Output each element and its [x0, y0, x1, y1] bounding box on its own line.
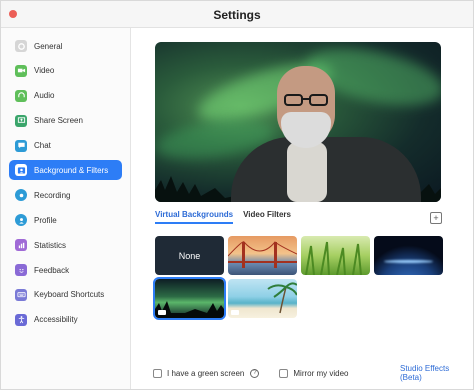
video-camera-icon — [158, 310, 166, 315]
video-preview — [155, 42, 441, 202]
sidebar-item-accessibility[interactable]: Accessibility — [9, 310, 122, 330]
video-camera-icon — [231, 310, 239, 315]
sidebar-item-audio[interactable]: Audio — [9, 86, 122, 106]
window-title: Settings — [213, 8, 261, 22]
feedback-smiley-icon — [15, 264, 27, 277]
green-screen-label: I have a green screen — [167, 368, 245, 378]
background-filters-panel: Virtual Backgrounds Video Filters + None — [131, 28, 473, 389]
statistics-icon — [15, 239, 27, 252]
background-none-thumbnail[interactable]: None — [155, 236, 224, 275]
share-screen-icon — [15, 114, 27, 127]
sidebar-item-general[interactable]: General — [9, 36, 122, 56]
profile-icon — [15, 214, 27, 227]
sidebar-item-profile[interactable]: Profile — [9, 210, 122, 230]
chat-bubble-icon — [15, 139, 27, 152]
video-camera-icon — [15, 64, 27, 77]
sidebar-item-label: Chat — [34, 141, 51, 151]
sidebar-item-chat[interactable]: Chat — [9, 136, 122, 156]
glasses — [284, 94, 328, 106]
mirror-video-checkbox[interactable] — [279, 368, 289, 378]
person-background-icon — [15, 164, 27, 177]
gear-icon — [15, 40, 27, 52]
keyboard-icon — [15, 288, 27, 301]
sidebar-item-label: Share Screen — [34, 116, 83, 126]
sidebar-item-statistics[interactable]: Statistics — [9, 235, 122, 255]
sidebar-item-label: Keyboard Shortcuts — [34, 290, 105, 300]
accessibility-icon — [15, 313, 27, 326]
record-icon — [15, 189, 27, 202]
sidebar-item-label: Feedback — [34, 265, 70, 275]
sidebar-item-share-screen[interactable]: Share Screen — [9, 111, 122, 131]
sidebar-item-label: Accessibility — [34, 315, 78, 325]
sidebar-item-label: Profile — [34, 215, 57, 225]
sidebar-item-label: Background & Filters — [34, 165, 109, 175]
sidebar-item-label: Recording — [34, 190, 71, 200]
studio-effects-link[interactable]: Studio Effects (Beta) — [400, 364, 473, 382]
title-bar: Settings — [1, 1, 473, 28]
sidebar-item-keyboard-shortcuts[interactable]: Keyboard Shortcuts — [9, 285, 122, 305]
tab-video-filters[interactable]: Video Filters — [243, 210, 291, 224]
background-options: I have a green screen ? Mirror my video … — [153, 364, 473, 382]
sidebar-item-video[interactable]: Video — [9, 61, 122, 81]
green-screen-checkbox[interactable] — [153, 368, 162, 378]
background-golden-gate-thumbnail[interactable] — [228, 236, 297, 275]
sidebar-item-label: General — [34, 41, 63, 51]
background-none-label: None — [178, 250, 201, 261]
background-aurora-thumbnail[interactable] — [153, 277, 226, 320]
background-beach-thumbnail[interactable] — [228, 279, 297, 318]
sidebar-item-label: Statistics — [34, 240, 67, 250]
settings-window: Settings General Video Audio Share Scree… — [0, 0, 474, 390]
sidebar-item-feedback[interactable]: Feedback — [9, 260, 122, 280]
settings-sidebar: General Video Audio Share Screen Chat Ba… — [1, 28, 131, 389]
mirror-video-label: Mirror my video — [293, 368, 349, 378]
headphones-icon — [15, 89, 27, 102]
add-background-button[interactable]: + — [430, 212, 442, 224]
sidebar-item-label: Audio — [34, 91, 55, 101]
tab-virtual-backgrounds[interactable]: Virtual Backgrounds — [155, 210, 234, 224]
sidebar-item-label: Video — [34, 66, 55, 76]
background-tabs: Virtual Backgrounds Video Filters — [155, 210, 291, 224]
sidebar-item-recording[interactable]: Recording — [9, 185, 122, 205]
background-grass-thumbnail[interactable] — [301, 236, 370, 275]
sidebar-item-background-filters[interactable]: Background & Filters — [9, 160, 122, 181]
help-icon[interactable]: ? — [250, 368, 260, 378]
background-earth-thumbnail[interactable] — [374, 236, 443, 275]
